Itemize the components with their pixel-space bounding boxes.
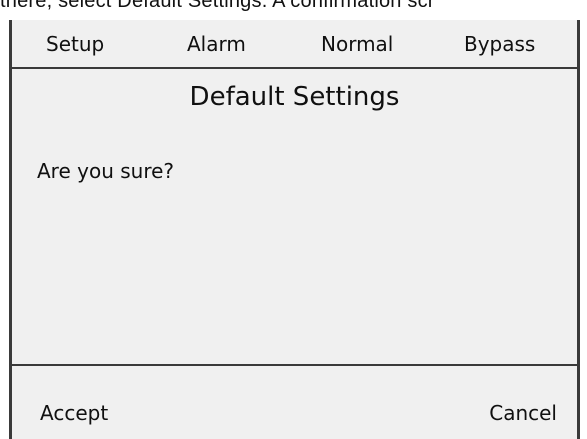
menu-bar: Setup Alarm Normal Bypass <box>12 20 577 69</box>
menu-bypass[interactable]: Bypass <box>464 32 535 56</box>
menu-setup[interactable]: Setup <box>46 32 104 56</box>
cancel-button[interactable]: Cancel <box>489 401 557 425</box>
dialog-title: Default Settings <box>189 82 400 112</box>
softkey-bar: Accept Cancel <box>12 364 577 439</box>
confirmation-prompt: Are you sure? <box>37 159 175 183</box>
menu-normal[interactable]: Normal <box>321 32 393 56</box>
accept-button[interactable]: Accept <box>40 401 108 425</box>
menu-alarm[interactable]: Alarm <box>187 32 246 56</box>
device-screen: Setup Alarm Normal Bypass Default Settin… <box>9 20 580 439</box>
document-caption: there, select Default Settings. A confir… <box>0 0 435 11</box>
